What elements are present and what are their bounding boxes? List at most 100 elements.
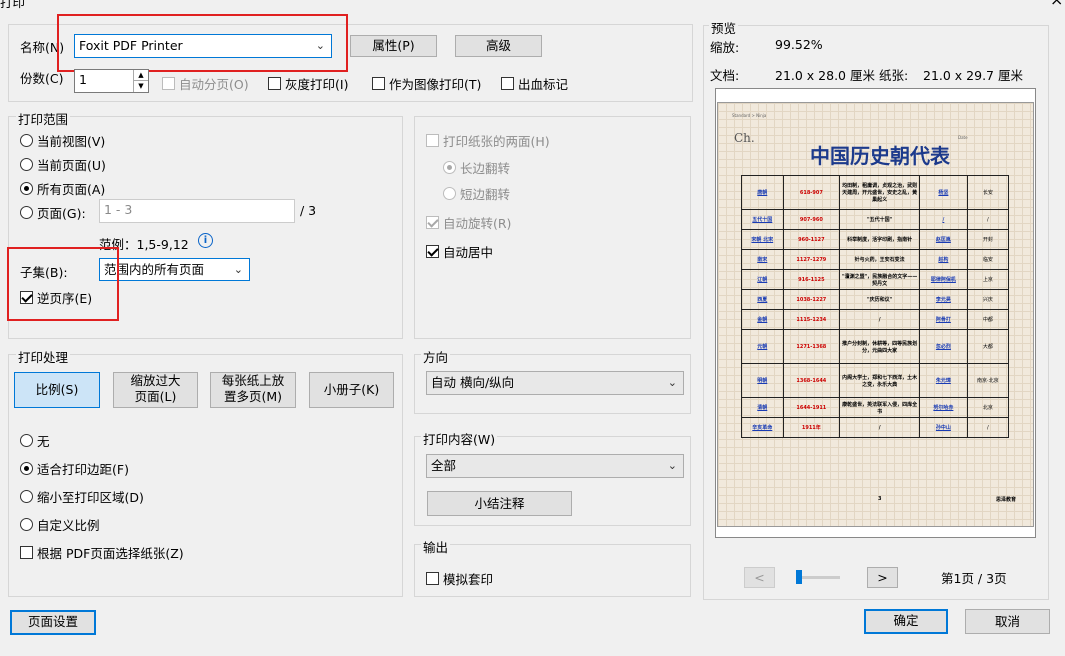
preview-doc-title: 中国历史朝代表	[810, 144, 950, 168]
print-content-select[interactable]: 全部 ⌄	[426, 454, 684, 478]
none-radio[interactable]: 无	[20, 431, 50, 450]
long-edge-radio[interactable]: 长边翻转	[443, 158, 510, 177]
button-label: 每张纸上放	[221, 373, 285, 388]
radio-icon	[20, 462, 33, 475]
radio-icon	[20, 490, 33, 503]
preview-table-cell: 赵构	[919, 249, 968, 270]
current-view-radio[interactable]: 当前视图(V)	[20, 131, 105, 150]
custom-scale-label: 自定义比例	[37, 518, 100, 533]
preview-table-cell: 南京·北京	[966, 363, 1010, 398]
preview-table-cell: 907-960	[782, 209, 841, 230]
print-content-value: 全部	[431, 458, 457, 473]
preview-table-cell: /	[966, 209, 1010, 230]
radio-icon	[443, 161, 456, 174]
preview-table-row: 清朝 1644-1911 康乾盛世，英法联军入侵，四库全书 努尔哈赤 北京	[741, 397, 1010, 418]
copies-input[interactable]: 1 ▲ ▼	[74, 69, 149, 93]
radio-icon	[20, 182, 33, 195]
page-status: 第1页 / 3页	[941, 571, 1007, 586]
page-total: / 3	[300, 203, 317, 218]
print-both-sides-label: 打印纸张的两面(H)	[443, 134, 550, 149]
spin-down-icon[interactable]: ▼	[133, 81, 148, 92]
scale-button[interactable]: 比例(S)	[14, 372, 100, 408]
preview-table-cell: 1115-1234	[782, 309, 841, 330]
preview-table-cell: 618-907	[782, 175, 841, 210]
print-as-image-checkbox[interactable]: 作为图像打印(T)	[372, 74, 481, 93]
fit-margins-label: 适合打印边距(F)	[37, 462, 129, 477]
shrink-radio[interactable]: 缩小至打印区域(D)	[20, 487, 144, 506]
pdf-paper-size-checkbox[interactable]: 根据 PDF页面选择纸张(Z)	[20, 543, 184, 562]
page-setup-button[interactable]: 页面设置	[10, 610, 96, 635]
document-size-label: 文档:	[710, 68, 740, 83]
pages-radio[interactable]: 页面(G):	[20, 203, 86, 222]
preview-table-cell: 耶律阿保机	[919, 269, 968, 290]
highlight-annotation	[7, 247, 119, 321]
simulate-overprint-label: 模拟套印	[443, 572, 494, 587]
close-icon[interactable]: ×	[1050, 0, 1065, 8]
booklet-button[interactable]: 小册子(K)	[309, 372, 394, 408]
shrink-label: 缩小至打印区域(D)	[37, 490, 144, 505]
summarize-comments-button[interactable]: 小结注释	[427, 491, 572, 516]
preview-table-cell: 兴庆	[966, 289, 1010, 310]
preview-table-cell: 长安	[966, 175, 1010, 210]
collate-checkbox[interactable]: 自动分页(O)	[162, 74, 249, 93]
preview-table-cell: 1127-1279	[782, 249, 841, 270]
cancel-button[interactable]: 取消	[965, 609, 1050, 634]
bleed-marks-checkbox[interactable]: 出血标记	[501, 74, 568, 93]
preview-table-cell: 临安	[966, 249, 1010, 270]
pdf-paper-size-label: 根据 PDF页面选择纸张(Z)	[37, 546, 184, 561]
custom-scale-radio[interactable]: 自定义比例	[20, 515, 100, 534]
print-as-image-label: 作为图像打印(T)	[389, 77, 482, 92]
current-page-radio[interactable]: 当前页面(U)	[20, 155, 106, 174]
preview-table-cell: 杨坚	[919, 175, 968, 210]
grayscale-label: 灰度打印(I)	[285, 77, 349, 92]
preview-table-cell: 李元昊	[919, 289, 968, 310]
previous-page-button[interactable]: <	[744, 567, 775, 588]
preview-table-cell: 大都	[966, 329, 1010, 364]
preview-table-row: 金朝 1115-1234/阿骨打 中都	[741, 309, 1010, 330]
pages-input[interactable]: 1 - 3	[99, 199, 295, 223]
preview-table-cell: 开封	[966, 229, 1010, 250]
grayscale-checkbox[interactable]: 灰度打印(I)	[268, 74, 348, 93]
preview-page-number: 3	[878, 496, 882, 502]
preview-date: Date	[958, 135, 968, 140]
collate-label: 自动分页(O)	[179, 77, 249, 92]
subset-select[interactable]: 范围内的所有页面 ⌄	[99, 258, 250, 281]
checkbox-icon	[426, 572, 439, 585]
preview-slider-thumb[interactable]	[796, 570, 802, 584]
properties-button[interactable]: 属性(P)	[350, 35, 437, 57]
auto-center-checkbox[interactable]: 自动居中	[426, 242, 493, 261]
print-both-sides-checkbox[interactable]: 打印纸张的两面(H)	[426, 131, 550, 150]
info-icon[interactable]: i	[198, 233, 213, 248]
preview-table-cell: 努尔哈赤	[919, 397, 968, 418]
spin-up-icon[interactable]: ▲	[133, 70, 148, 81]
fit-margins-radio[interactable]: 适合打印边距(F)	[20, 459, 129, 478]
all-pages-radio[interactable]: 所有页面(A)	[20, 179, 105, 198]
preview-table-cell: 1271-1368	[782, 329, 841, 364]
preview-table-cell: /	[919, 209, 968, 230]
multiple-pages-button[interactable]: 每张纸上放 置多页(M)	[210, 372, 296, 408]
short-edge-radio[interactable]: 短边翻转	[443, 184, 510, 203]
print-content-title: 打印内容(W)	[421, 429, 498, 448]
preview-table-cell: /	[839, 309, 921, 330]
window-title: 打印	[0, 0, 26, 10]
preview-table-cell: 唐朝	[741, 175, 784, 210]
preview-table-cell: 916-1125	[782, 269, 841, 290]
checkbox-icon	[162, 77, 175, 90]
paper-size-value: 21.0 x 29.7 厘米	[923, 68, 1023, 83]
advanced-button[interactable]: 高级	[455, 35, 542, 57]
preview-ch: Ch.	[734, 131, 755, 145]
ok-button[interactable]: 确定	[864, 609, 948, 634]
preview-table-row: 南宋 1127-1279 针与火药，王安石变法 赵构 临安	[741, 249, 1010, 270]
fit-oversized-button[interactable]: 缩放过大 页面(L)	[113, 372, 198, 408]
subset-value: 范围内的所有页面	[104, 262, 205, 277]
preview-table-cell: 五代十国	[741, 209, 784, 230]
preview-header-small: Standard > Ninja	[732, 113, 767, 118]
orientation-select[interactable]: 自动 横向/纵向 ⌄	[426, 371, 684, 395]
next-page-button[interactable]: >	[867, 567, 898, 588]
checkbox-icon	[426, 245, 439, 258]
auto-rotate-checkbox[interactable]: 自动旋转(R)	[426, 213, 511, 232]
checkbox-icon	[501, 77, 514, 90]
simulate-overprint-checkbox[interactable]: 模拟套印	[426, 569, 493, 588]
preview-slider-track[interactable]	[798, 576, 840, 579]
preview-page: Standard > Ninja Ch. Date 中国历史朝代表 唐朝 618-…	[717, 102, 1034, 527]
